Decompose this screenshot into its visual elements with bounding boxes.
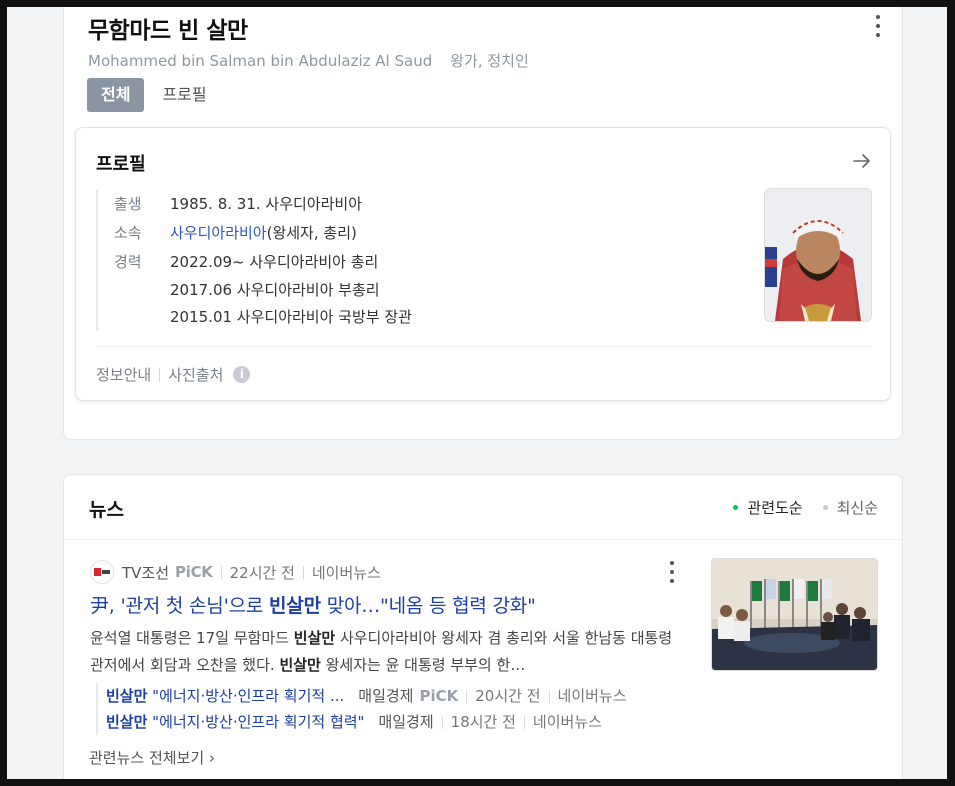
info-guide-link[interactable]: 정보안내	[96, 364, 151, 385]
news-snippet[interactable]: 윤석열 대통령은 17일 무함마드 빈살만 사우디아라비아 왕세자 겸 총리와 …	[90, 625, 680, 679]
related-press[interactable]: 매일경제	[378, 709, 433, 735]
news-time: 22시간 전	[229, 563, 295, 582]
snippet-text: 왕세자는 윤 대통령 부부의 한…	[320, 656, 526, 674]
sort-latest[interactable]: 최신순	[822, 497, 878, 518]
info-icon[interactable]: i	[233, 366, 251, 383]
naver-news-link[interactable]: 네이버뉴스	[558, 683, 627, 709]
tvchosun-logo-icon[interactable]	[90, 560, 114, 584]
career-label: 경력	[114, 253, 142, 271]
all-news-label: 관련뉴스 전체보기	[89, 749, 205, 767]
birth-label: 출생	[114, 195, 142, 213]
related-press[interactable]: 매일경제	[358, 683, 413, 709]
career-row: 경력 2022.09~ 사우디아라비아 총리 2017.06 사우디아라비아 부…	[114, 248, 754, 331]
pick-badge: PiCK	[419, 687, 459, 705]
separator	[159, 367, 161, 382]
news-card: 뉴스 관련도순 최신순 TV조선 PiCK 22시간 전 네이버뉴스 尹, '관…	[63, 474, 903, 779]
affiliation-link[interactable]: 사우디아라비아	[170, 224, 267, 242]
headline-part: 尹, '관저 첫 손님'으로	[90, 595, 270, 617]
person-tabs: 전체 프로필	[87, 78, 225, 112]
separator	[466, 689, 468, 703]
affiliation-detail: (왕세자, 총리)	[266, 224, 357, 242]
news-sort: 관련도순 최신순	[713, 497, 878, 518]
news-press-line: TV조선 PiCK 22시간 전 네이버뉴스	[90, 560, 381, 584]
related-title-text: "에너지·방산·인프라 획기적 협력"	[147, 713, 365, 731]
birth-row: 출생 1985. 8. 31. 사우디아라비아	[114, 190, 754, 219]
news-headline-link[interactable]: 尹, '관저 첫 손님'으로 빈살만 맞아…"네옴 등 협력 강화"	[90, 591, 536, 618]
separator	[220, 565, 222, 579]
press-name[interactable]: TV조선	[122, 562, 169, 583]
profile-box: 프로필 출생 1985. 8. 31. 사우디아라비아 소속 사우디아라비아(왕…	[75, 127, 891, 401]
separator	[441, 715, 443, 729]
affiliation-row: 소속 사우디아라비아(왕세자, 총리)	[114, 219, 754, 248]
related-time: 20시간 전	[475, 687, 541, 705]
related-news-link[interactable]: 빈살만 "에너지·방산·인프라 획기적 ...	[106, 683, 344, 709]
related-time: 18시간 전	[450, 713, 516, 731]
related-title-text: "에너지·방산·인프라 획기적 ...	[147, 687, 345, 705]
person-english-name: Mohammed bin Salman bin Abdulaziz Al Sau…	[88, 52, 433, 70]
news-divider	[64, 539, 902, 540]
related-news-item: 빈살만 "에너지·방산·인프라 획기적 협력" 매일경제 18시간 전 네이버뉴…	[106, 709, 627, 735]
affiliation-label: 소속	[114, 224, 142, 242]
birth-value: 1985. 8. 31. 사우디아라비아	[170, 195, 363, 213]
all-related-news-link[interactable]: 관련뉴스 전체보기 ›	[89, 747, 215, 768]
career-item: 2015.01 사우디아라비아 국방부 장관	[170, 308, 412, 326]
profile-footer: 정보안내 사진출처 i	[96, 364, 251, 385]
snippet-text: 윤석열 대통령은 17일 무함마드	[90, 629, 294, 647]
news-section-title: 뉴스	[89, 499, 124, 521]
tab-all[interactable]: 전체	[87, 78, 145, 112]
photo-source-link[interactable]: 사진출처	[168, 364, 223, 385]
profile-divider	[96, 346, 870, 347]
separator	[548, 689, 550, 703]
related-news-item: 빈살만 "에너지·방산·인프라 획기적 ... 매일경제 PiCK 20시간 전…	[106, 683, 627, 709]
arrow-right-icon[interactable]	[852, 152, 872, 170]
naver-news-link[interactable]: 네이버뉴스	[312, 562, 381, 583]
career-item: 2022.09~ 사우디아라비아 총리	[170, 253, 379, 271]
related-keyword: 빈살만	[106, 713, 148, 731]
more-options-icon[interactable]	[870, 15, 886, 37]
snippet-keyword: 빈살만	[293, 629, 336, 647]
career-item: 2017.06 사우디아라비아 부총리	[170, 281, 380, 299]
related-news-link[interactable]: 빈살만 "에너지·방산·인프라 획기적 협력"	[106, 709, 364, 735]
active-dot-icon	[733, 505, 739, 510]
pick-badge: PiCK	[175, 563, 213, 581]
headline-keyword: 빈살만	[269, 595, 321, 617]
headline-part: 맞아…"네옴 등 협력 강화"	[320, 595, 536, 617]
search-results-viewport: 무함마드 빈 살만 Mohammed bin Salman bin Abdula…	[7, 7, 947, 779]
news-more-options-icon[interactable]	[664, 561, 680, 583]
profile-info: 출생 1985. 8. 31. 사우디아라비아 소속 사우디아라비아(왕세자, …	[96, 190, 754, 331]
sort-relevance[interactable]: 관련도순	[733, 497, 803, 518]
tab-profile[interactable]: 프로필	[148, 78, 220, 112]
profile-photo[interactable]	[764, 188, 872, 322]
separator	[302, 565, 304, 579]
related-news-list: 빈살만 "에너지·방산·인프라 획기적 ... 매일경제 PiCK 20시간 전…	[96, 683, 627, 735]
sort-latest-label: 최신순	[836, 499, 878, 517]
snippet-keyword: 빈살만	[279, 656, 321, 674]
inactive-dot-icon	[822, 505, 828, 510]
sort-relevance-label: 관련도순	[747, 499, 803, 517]
news-thumbnail[interactable]	[711, 558, 878, 671]
related-keyword: 빈살만	[106, 687, 148, 705]
person-occupation: 왕가, 정치인	[450, 52, 529, 70]
person-name: 무함마드 빈 살만	[88, 18, 248, 44]
separator	[523, 715, 525, 729]
chevron-right-icon: ›	[208, 749, 215, 767]
naver-news-link[interactable]: 네이버뉴스	[533, 709, 602, 735]
profile-title[interactable]: 프로필	[96, 150, 146, 176]
person-card: 무함마드 빈 살만 Mohammed bin Salman bin Abdula…	[63, 7, 903, 440]
person-subtitle: Mohammed bin Salman bin Abdulaziz Al Sau…	[88, 50, 529, 71]
